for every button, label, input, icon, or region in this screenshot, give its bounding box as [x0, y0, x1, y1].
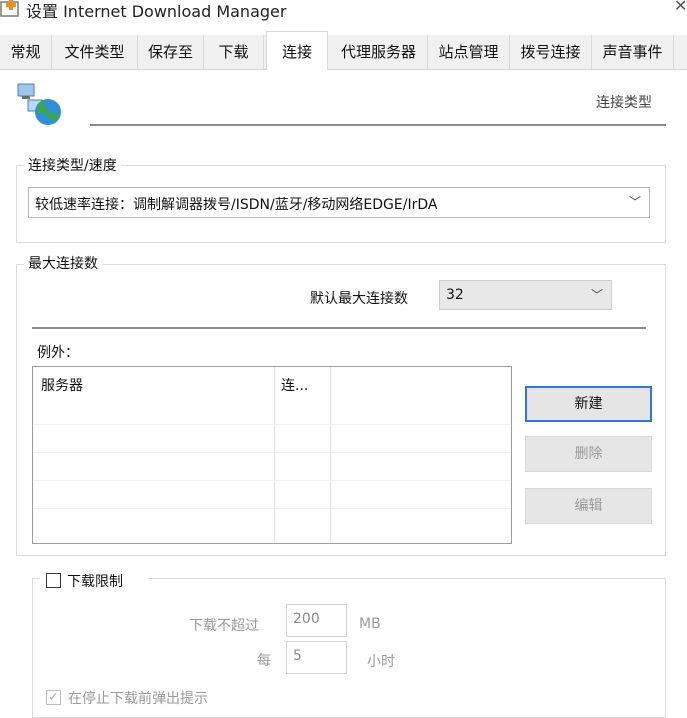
connection-speed-legend: 连接类型/速度 — [24, 155, 121, 175]
tab-downloads[interactable]: 下载 — [204, 35, 264, 69]
title-bar: 设置 Internet Download Manager ✕ — [0, 0, 687, 30]
tab-connection[interactable]: 连接 — [266, 31, 328, 70]
row-divider — [33, 480, 511, 481]
hours-value: 5 — [293, 648, 302, 664]
exceptions-list[interactable]: 服务器 连... — [32, 366, 512, 544]
column-header-server[interactable]: 服务器 — [41, 375, 83, 395]
default-max-value: 32 — [446, 287, 464, 303]
column-divider — [274, 367, 275, 543]
exceptions-separator — [32, 327, 646, 329]
network-globe-icon — [17, 83, 61, 125]
every-label: 每 — [257, 653, 271, 669]
column-header-connections[interactable]: 连... — [281, 375, 308, 395]
window-title: 设置 Internet Download Manager — [26, 2, 287, 21]
warn-checkbox[interactable]: ✓ — [46, 690, 61, 705]
download-limit-legend: 下载限制 — [40, 568, 148, 590]
new-button[interactable]: 新建 — [525, 386, 652, 422]
column-divider — [330, 367, 331, 543]
download-limit-checkbox[interactable] — [46, 573, 61, 588]
connection-type-select[interactable]: 较低速率连接：调制解调器拨号/ISDN/蓝牙/移动网络EDGE/IrDA ﹀ — [28, 187, 650, 218]
tab-proxy[interactable]: 代理服务器 — [330, 35, 428, 69]
tab-save-to[interactable]: 保存至 — [138, 35, 204, 69]
tab-dial-up[interactable]: 拨号连接 — [510, 35, 592, 69]
warn-label: 在停止下载前弹出提示 — [68, 691, 208, 707]
amount-value: 200 — [293, 611, 320, 627]
tab-file-types[interactable]: 文件类型 — [52, 35, 138, 69]
delete-button[interactable]: 删除 — [525, 436, 652, 472]
connection-type-value: 较低速率连接：调制解调器拨号/ISDN/蓝牙/移动网络EDGE/IrDA — [35, 197, 438, 213]
default-max-label: 默认最大连接数 — [310, 291, 408, 307]
row-divider — [33, 452, 511, 453]
chevron-down-icon: ﹀ — [628, 195, 641, 209]
tab-strip: 常规 文件类型 保存至 下载 连接 代理服务器 站点管理 拨号连接 声音事件 — [0, 31, 687, 70]
check-icon: ✓ — [48, 690, 59, 705]
app-icon — [0, 0, 19, 17]
exceptions-label: 例外： — [37, 345, 79, 361]
amount-input[interactable]: 200 — [286, 604, 347, 637]
header-rule — [90, 124, 666, 126]
hours-unit: 小时 — [367, 654, 395, 670]
tab-sound-events[interactable]: 声音事件 — [592, 35, 674, 69]
default-max-select[interactable]: 32 ﹀ — [439, 280, 612, 310]
amount-unit: MB — [359, 616, 381, 632]
download-limit-label: 下载限制 — [67, 574, 123, 590]
hours-input[interactable]: 5 — [286, 641, 347, 674]
chevron-down-icon: ﹀ — [590, 288, 603, 302]
edit-button[interactable]: 编辑 — [525, 488, 652, 524]
header-label: 连接类型 — [596, 95, 652, 111]
tab-site-manager[interactable]: 站点管理 — [428, 35, 510, 69]
close-icon[interactable]: ✕ — [674, 0, 687, 15]
max-connections-legend: 最大连接数 — [24, 253, 102, 273]
tab-general[interactable]: 常规 — [0, 35, 52, 69]
row-divider — [33, 508, 511, 509]
not-exceed-label: 下载不超过 — [189, 618, 259, 634]
row-divider — [33, 424, 511, 425]
